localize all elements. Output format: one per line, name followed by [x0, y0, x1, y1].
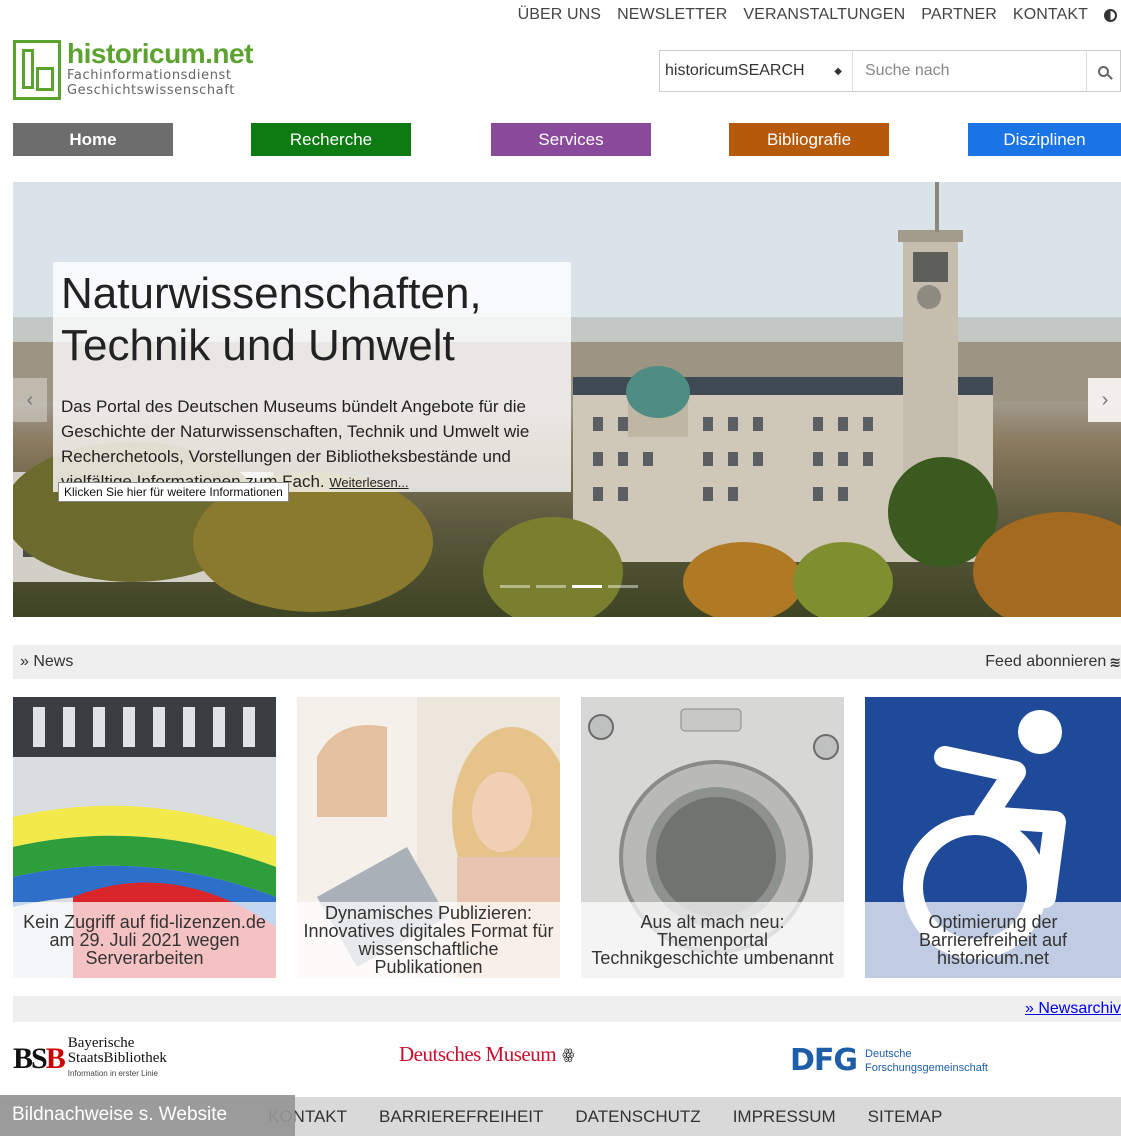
hero-description-text: Das Portal des Deutschen Museums bündelt…: [61, 397, 530, 491]
news-header: » News Feed abonnieren ≋: [13, 645, 1121, 679]
tab-recherche[interactable]: Recherche: [251, 123, 411, 156]
logo-subtitle-1: Fachinformationsdienst: [67, 68, 232, 83]
news-card-3[interactable]: Aus alt mach neu: Themenportal Technikge…: [581, 697, 844, 978]
news-archive-bar: » Newsarchiv: [13, 996, 1121, 1022]
chevron-left-icon: ‹: [26, 388, 34, 411]
news-card-2[interactable]: Dynamisches Publizieren: Innovatives dig…: [297, 697, 560, 978]
search-bar: historicumSEARCH ◆: [659, 50, 1121, 92]
news-card-title: Optimierung der Barrierefreiheit auf his…: [865, 902, 1121, 978]
search-scope-select[interactable]: historicumSEARCH ◆: [660, 51, 853, 91]
news-card-title: Aus alt mach neu: Themenportal Technikge…: [581, 902, 844, 978]
search-icon: [1098, 65, 1109, 77]
bsb-line-2: StaatsBibliothek: [67, 1050, 167, 1066]
news-section-label[interactable]: » News: [20, 653, 73, 671]
slider-dot-2[interactable]: [536, 585, 566, 588]
hero-tooltip: Klicken Sie hier für weitere Information…: [58, 482, 289, 502]
nav-newsletter[interactable]: NEWSLETTER: [617, 6, 727, 24]
tab-home[interactable]: Home: [13, 123, 173, 156]
slider-prev-button[interactable]: ‹: [13, 378, 47, 422]
hero-description: Das Portal des Deutschen Museums bündelt…: [61, 394, 561, 495]
feed-subscribe-label: Feed abonnieren: [985, 653, 1107, 670]
site-logo[interactable]: historicum.net Fachinformationsdienst Ge…: [13, 40, 253, 100]
hero-caption-box: Naturwissenschaften, Technik und Umwelt …: [53, 262, 571, 492]
nav-partner[interactable]: PARTNER: [921, 6, 997, 24]
logo-title: historicum.net: [67, 38, 253, 69]
main-navigation: Home Recherche Services Bibliografie Dis…: [13, 123, 1121, 156]
footer-link-datenschutz[interactable]: DATENSCHUTZ: [575, 1107, 700, 1127]
rss-icon: ≋: [1109, 653, 1121, 670]
image-credit-overlay: Bildnachweise s. Website: [0, 1095, 295, 1136]
dfg-line-2: Forschungsgemeinschaft: [865, 1061, 988, 1074]
slider-dot-3[interactable]: [572, 585, 602, 588]
bsb-tagline: Information in erster Linie: [67, 1069, 158, 1078]
bsb-line-1: Bayerische: [67, 1035, 135, 1051]
news-card-4[interactable]: Optimierung der Barrierefreiheit auf his…: [865, 697, 1121, 978]
logo-mark-icon: [13, 40, 61, 100]
bsb-logo-icon: BSB: [13, 1041, 66, 1075]
footer-link-sitemap[interactable]: SITEMAP: [868, 1107, 943, 1127]
logo-subtitle-2: Geschichtswissenschaft: [67, 83, 235, 98]
feed-subscribe-link[interactable]: Feed abonnieren ≋: [985, 653, 1121, 671]
deutsches-museum-name: Deutsches Museum: [399, 1042, 557, 1066]
top-utility-nav: ÜBER UNS NEWSLETTER VERANSTALTUNGEN PART…: [518, 6, 1117, 24]
news-card-title: Kein Zugriff auf fid-lizenzen.de am 29. …: [13, 902, 276, 978]
search-button[interactable]: [1086, 51, 1120, 91]
partner-logo-dfg[interactable]: DFG Deutsche Forschungsgemeinschaft: [790, 1043, 988, 1078]
tab-services[interactable]: Services: [491, 123, 651, 156]
hero-title-line-1: Naturwissenschaften,: [61, 269, 482, 318]
news-card-1[interactable]: Kein Zugriff auf fid-lizenzen.de am 29. …: [13, 697, 276, 978]
search-input[interactable]: [853, 51, 1086, 91]
hero-title: Naturwissenschaften, Technik und Umwelt: [61, 268, 561, 372]
footer-link-impressum[interactable]: IMPRESSUM: [733, 1107, 836, 1127]
slider-dot-1[interactable]: [500, 585, 530, 588]
slider-next-button[interactable]: ›: [1088, 378, 1121, 422]
tab-bibliografie[interactable]: Bibliografie: [729, 123, 889, 156]
search-scope-value: historicumSEARCH: [665, 62, 805, 79]
slider-indicators: [500, 585, 638, 588]
hero-title-line-2: Technik und Umwelt: [61, 321, 455, 370]
nav-ueber-uns[interactable]: ÜBER UNS: [518, 6, 601, 24]
contrast-icon[interactable]: [1104, 8, 1117, 22]
footer-links: KONTAKT BARRIEREFREIHEIT DATENSCHUTZ IMP…: [268, 1097, 942, 1136]
tab-disziplinen[interactable]: Disziplinen: [968, 123, 1121, 156]
partner-logo-deutsches-museum[interactable]: Deutsches Museum ꙮ: [399, 1042, 574, 1067]
slider-dot-4[interactable]: [608, 585, 638, 588]
hero-read-more-link[interactable]: Weiterlesen...: [329, 475, 408, 490]
partner-logo-bsb[interactable]: BSB Bayerische StaatsBibliothek Informat…: [13, 1036, 167, 1081]
news-archive-link[interactable]: » Newsarchiv: [1025, 1000, 1121, 1018]
owl-icon: ꙮ: [562, 1046, 575, 1062]
nav-veranstaltungen[interactable]: VERANSTALTUNGEN: [743, 6, 905, 24]
footer-link-barrierefreiheit[interactable]: BARRIEREFREIHEIT: [379, 1107, 543, 1127]
news-card-title: Dynamisches Publizieren: Innovatives dig…: [297, 902, 560, 978]
chevron-right-icon: ›: [1101, 388, 1109, 411]
dfg-logo-mark: DFG: [790, 1043, 858, 1078]
hero-slider[interactable]: Naturwissenschaften, Technik und Umwelt …: [13, 182, 1121, 617]
nav-kontakt[interactable]: KONTAKT: [1013, 6, 1088, 24]
select-arrows-icon: ◆: [834, 65, 842, 77]
dfg-line-1: Deutsche: [865, 1047, 912, 1060]
